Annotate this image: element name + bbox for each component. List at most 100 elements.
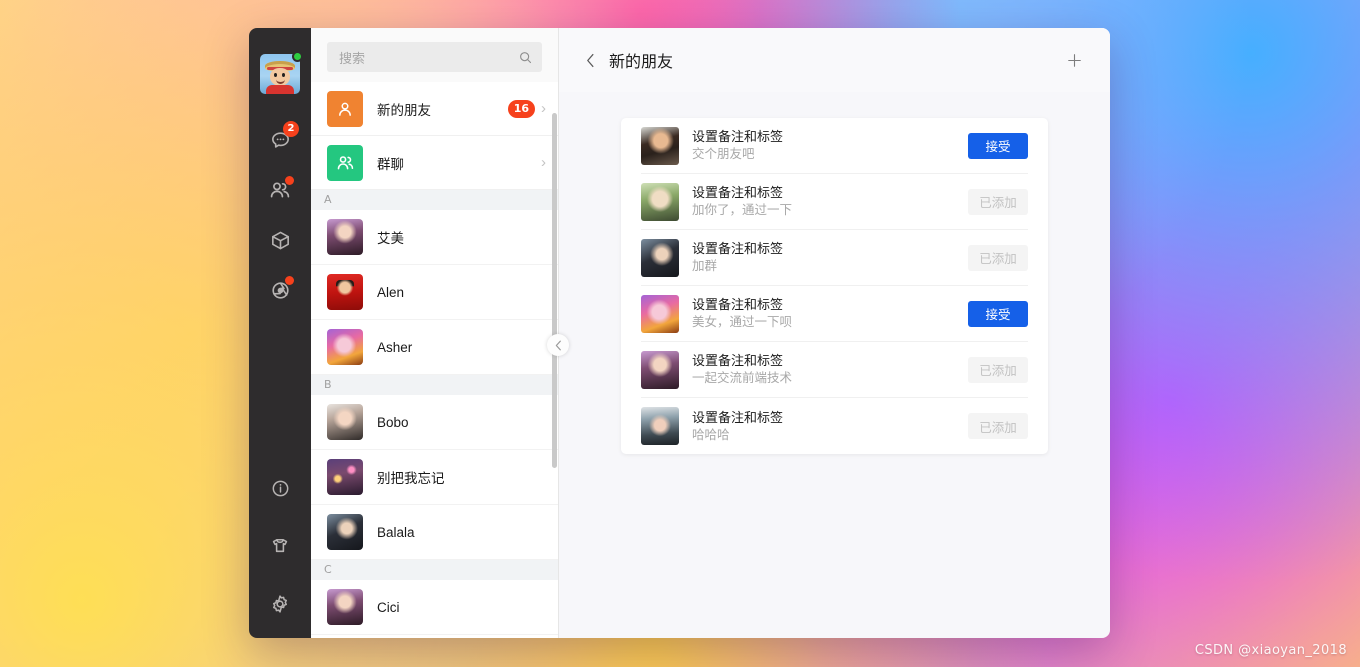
requester-avatar <box>641 182 679 221</box>
wechat-window: 2 搜索 新的朋友 16 › 群聊 › A 艾美 Alen Asher B Bo… <box>249 28 1110 638</box>
search-icon <box>520 51 532 63</box>
chevron-left-icon <box>555 340 561 350</box>
request-message: 加你了，通过一下 <box>692 203 793 217</box>
gear-settings-icon <box>272 595 288 613</box>
rail-item-contacts[interactable] <box>260 170 300 210</box>
navigation-rail: 2 <box>249 28 311 638</box>
request-texts: 设置备注和标签 美女，通过一下呗 <box>692 296 968 331</box>
contact-row[interactable]: Cici <box>311 580 558 635</box>
contact-avatar <box>327 219 363 255</box>
added-status-button: 已添加 <box>968 188 1028 215</box>
contact-name: Bobo <box>377 414 409 430</box>
request-title: 设置备注和标签 <box>692 297 784 312</box>
box-cube-icon <box>271 231 289 249</box>
rail-item-moments[interactable] <box>260 270 300 310</box>
contact-name: Asher <box>377 339 413 355</box>
online-status-dot <box>292 51 303 62</box>
contact-row[interactable]: Alen <box>311 265 558 320</box>
contact-name: 别把我忘记 <box>377 471 445 486</box>
added-status-button: 已添加 <box>968 244 1028 271</box>
requester-avatar <box>641 350 679 389</box>
friend-request-row[interactable]: 设置备注和标签 一起交流前端技术 已添加 <box>641 342 1028 398</box>
added-status-button: 已添加 <box>968 356 1028 383</box>
collapse-panel-button[interactable] <box>547 334 569 356</box>
rail-item-collection[interactable] <box>260 220 300 260</box>
contact-avatar <box>327 329 363 365</box>
contact-avatar <box>327 274 363 310</box>
requester-avatar <box>641 126 679 165</box>
friend-request-row[interactable]: 设置备注和标签 哈哈哈 已添加 <box>641 398 1028 454</box>
request-texts: 设置备注和标签 加群 <box>692 240 968 275</box>
chevron-right-icon: › <box>541 100 546 117</box>
contact-avatar <box>327 514 363 550</box>
friend-request-card: 设置备注和标签 交个朋友吧 接受 设置备注和标签 加你了，通过一下 已添加 设置… <box>621 118 1048 454</box>
friend-request-row[interactable]: 设置备注和标签 加群 已添加 <box>641 230 1028 286</box>
request-title: 设置备注和标签 <box>692 353 784 368</box>
plus-icon <box>1067 53 1081 67</box>
new-friends-count-badge: 16 <box>507 99 535 118</box>
request-texts: 设置备注和标签 交个朋友吧 <box>692 128 968 163</box>
contact-list-scrollbar[interactable] <box>552 113 557 468</box>
entry-label: 新的朋友 <box>377 102 431 118</box>
request-message: 一起交流前端技术 <box>692 371 793 385</box>
request-title: 设置备注和标签 <box>692 409 784 425</box>
new-friends-tile <box>327 90 363 127</box>
added-status-button: 已添加 <box>968 413 1028 439</box>
requester-avatar <box>641 294 679 333</box>
entry-new-friends[interactable]: 新的朋友 16 › <box>311 82 558 136</box>
friend-request-row[interactable]: 设置备注和标签 交个朋友吧 接受 <box>641 118 1028 174</box>
rail-item-info[interactable] <box>260 468 300 508</box>
contact-row[interactable]: 别把我忘记 <box>311 450 558 505</box>
contact-row[interactable]: 艾美 <box>311 210 558 265</box>
chevron-left-icon <box>586 53 594 67</box>
contact-avatar <box>327 459 363 495</box>
rail-item-settings[interactable] <box>260 584 300 624</box>
rail-item-theme[interactable] <box>260 526 300 566</box>
request-message: 加群 <box>692 259 718 273</box>
avatar[interactable] <box>260 51 303 94</box>
contact-name: Alen <box>377 284 405 300</box>
entry-group-chat[interactable]: 群聊 › <box>311 136 558 190</box>
main-panel: 新的朋友 设置备注和标签 交个朋友吧 接受 设置备注和标签 加你了，通过一下 已… <box>559 28 1110 638</box>
moments-notification-dot <box>285 276 294 285</box>
friend-request-row[interactable]: 设置备注和标签 加你了，通过一下 已添加 <box>641 174 1028 230</box>
entry-label: 群聊 <box>377 156 404 172</box>
add-friend-button[interactable] <box>1062 48 1086 72</box>
request-message: 交个朋友吧 <box>692 147 755 161</box>
letter-header: A <box>311 190 558 210</box>
contact-name: Cici <box>377 599 400 615</box>
friend-request-row[interactable]: 设置备注和标签 美女，通过一下呗 接受 <box>641 286 1028 342</box>
info-circle-icon <box>272 480 288 496</box>
watermark: CSDN @xiaoyan_2018 <box>1194 643 1347 658</box>
request-message: 哈哈哈 <box>692 427 730 442</box>
contact-scroll-area: 新的朋友 16 › 群聊 › A 艾美 Alen Asher B Bobo 别把… <box>311 82 558 638</box>
contact-name: 艾美 <box>377 231 404 246</box>
search-input[interactable]: 搜索 <box>327 42 542 72</box>
back-button[interactable] <box>579 49 601 71</box>
contact-row[interactable]: Balala <box>311 505 558 560</box>
contact-column: 搜索 新的朋友 16 › 群聊 › A 艾美 Alen Asher B Bobo… <box>311 28 569 638</box>
contact-row[interactable]: Asher <box>311 320 558 375</box>
request-texts: 设置备注和标签 哈哈哈 <box>692 409 968 444</box>
request-texts: 设置备注和标签 加你了，通过一下 <box>692 184 968 219</box>
chevron-right-icon: › <box>541 154 546 171</box>
single-person-icon <box>339 102 351 116</box>
chat-unread-badge: 2 <box>283 121 299 137</box>
request-texts: 设置备注和标签 一起交流前端技术 <box>692 352 968 387</box>
group-chat-tile <box>327 144 363 181</box>
group-people-icon <box>337 156 353 170</box>
accept-button[interactable]: 接受 <box>968 132 1028 159</box>
rail-bottom-group <box>260 468 300 638</box>
request-title: 设置备注和标签 <box>692 185 784 200</box>
contact-name: Balala <box>377 524 415 540</box>
contact-row[interactable]: Bobo <box>311 395 558 450</box>
rail-item-chat[interactable]: 2 <box>260 120 300 160</box>
panel-header: 新的朋友 <box>559 28 1110 92</box>
request-title: 设置备注和标签 <box>692 241 784 256</box>
search-placeholder: 搜索 <box>339 50 366 66</box>
accept-button[interactable]: 接受 <box>968 300 1028 327</box>
requester-avatar <box>641 238 679 277</box>
contact-avatar <box>327 404 363 440</box>
letter-header: C <box>311 560 558 580</box>
request-title: 设置备注和标签 <box>692 129 784 144</box>
